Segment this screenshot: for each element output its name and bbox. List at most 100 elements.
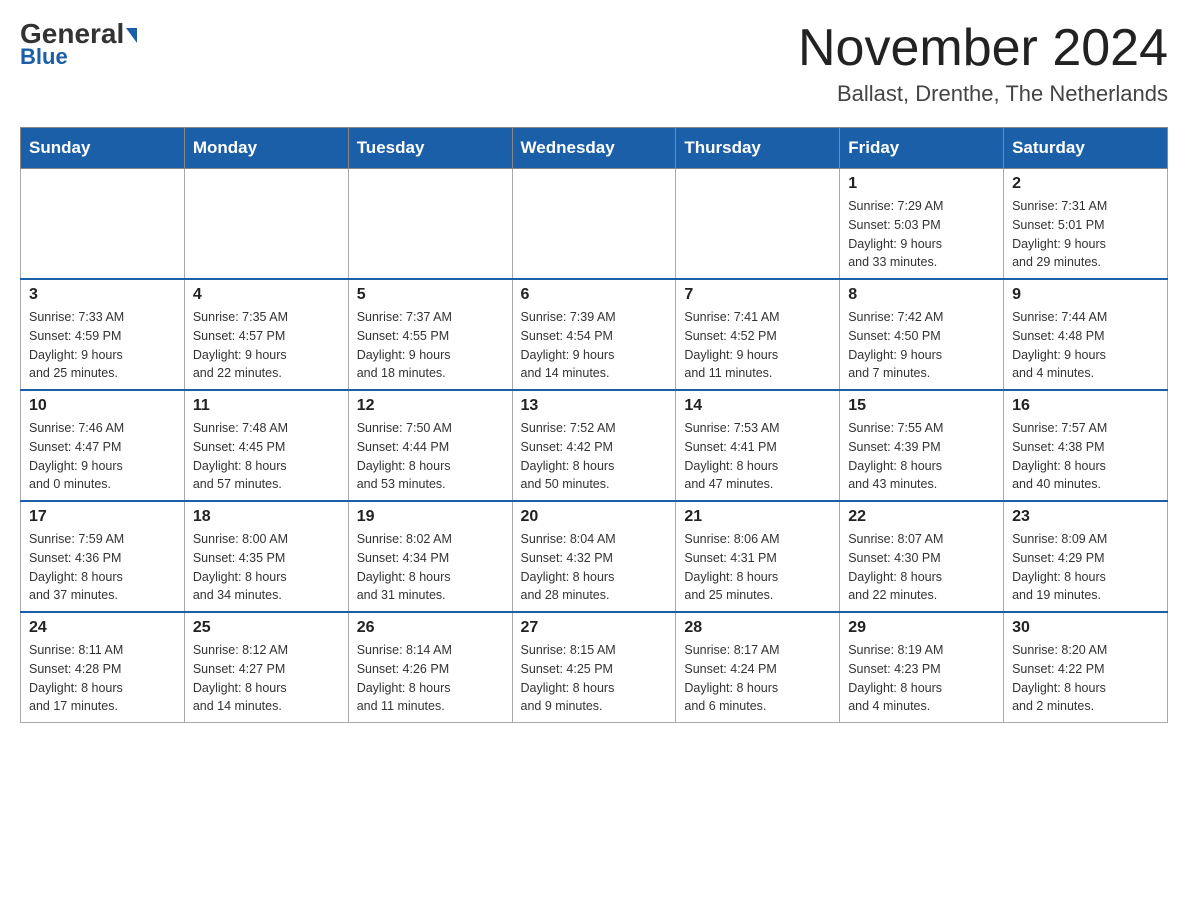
- day-number: 26: [357, 619, 504, 637]
- calendar-cell: 24 Sunrise: 8:11 AM Sunset: 4:28 PM Dayli…: [21, 612, 185, 723]
- day-info: Sunrise: 8:12 AM Sunset: 4:27 PM Dayligh…: [193, 641, 340, 716]
- day-info: Sunrise: 7:33 AM Sunset: 4:59 PM Dayligh…: [29, 308, 176, 383]
- day-number: 3: [29, 286, 176, 304]
- day-number: 6: [521, 286, 668, 304]
- page-header: General Blue November 2024 Ballast, Dren…: [20, 20, 1168, 107]
- day-info: Sunrise: 8:00 AM Sunset: 4:35 PM Dayligh…: [193, 530, 340, 605]
- day-info: Sunrise: 7:48 AM Sunset: 4:45 PM Dayligh…: [193, 419, 340, 494]
- title-block: November 2024 Ballast, Drenthe, The Neth…: [798, 20, 1168, 107]
- day-number: 22: [848, 508, 995, 526]
- calendar-cell: 22 Sunrise: 8:07 AM Sunset: 4:30 PM Dayli…: [840, 501, 1004, 612]
- weekday-header-row: SundayMondayTuesdayWednesdayThursdayFrid…: [21, 128, 1168, 169]
- day-info: Sunrise: 7:41 AM Sunset: 4:52 PM Dayligh…: [684, 308, 831, 383]
- day-info: Sunrise: 7:55 AM Sunset: 4:39 PM Dayligh…: [848, 419, 995, 494]
- day-number: 16: [1012, 397, 1159, 415]
- day-info: Sunrise: 8:11 AM Sunset: 4:28 PM Dayligh…: [29, 641, 176, 716]
- day-info: Sunrise: 7:44 AM Sunset: 4:48 PM Dayligh…: [1012, 308, 1159, 383]
- calendar-cell: 21 Sunrise: 8:06 AM Sunset: 4:31 PM Dayli…: [676, 501, 840, 612]
- calendar-cell: 7Sunrise: 7:41 AM Sunset: 4:52 PM Daylig…: [676, 279, 840, 390]
- calendar-cell: 2 Sunrise: 7:31 AM Sunset: 5:01 PM Daylig…: [1004, 169, 1168, 280]
- calendar-cell: 4 Sunrise: 7:35 AM Sunset: 4:57 PM Daylig…: [184, 279, 348, 390]
- calendar-cell: 16 Sunrise: 7:57 AM Sunset: 4:38 PM Dayli…: [1004, 390, 1168, 501]
- calendar-cell: 29 Sunrise: 8:19 AM Sunset: 4:23 PM Dayli…: [840, 612, 1004, 723]
- logo: General Blue: [20, 20, 137, 70]
- day-number: 8: [848, 286, 995, 304]
- month-title: November 2024: [798, 20, 1168, 77]
- day-number: 20: [521, 508, 668, 526]
- weekday-header-monday: Monday: [184, 128, 348, 169]
- calendar-cell: 27 Sunrise: 8:15 AM Sunset: 4:25 PM Dayli…: [512, 612, 676, 723]
- calendar-cell: 26 Sunrise: 8:14 AM Sunset: 4:26 PM Dayli…: [348, 612, 512, 723]
- weekday-header-saturday: Saturday: [1004, 128, 1168, 169]
- calendar-cell: 10 Sunrise: 7:46 AM Sunset: 4:47 PM Dayli…: [21, 390, 185, 501]
- day-number: 9: [1012, 286, 1159, 304]
- calendar-cell: 28Sunrise: 8:17 AM Sunset: 4:24 PM Dayli…: [676, 612, 840, 723]
- day-info: Sunrise: 8:06 AM Sunset: 4:31 PM Dayligh…: [684, 530, 831, 605]
- calendar-cell: 14 Sunrise: 7:53 AM Sunset: 4:41 PM Dayli…: [676, 390, 840, 501]
- calendar-week-2: 3 Sunrise: 7:33 AM Sunset: 4:59 PM Daylig…: [21, 279, 1168, 390]
- calendar-cell: [21, 169, 185, 280]
- day-number: 2: [1012, 175, 1159, 193]
- day-info: Sunrise: 8:17 AM Sunset: 4:24 PM Dayligh…: [684, 641, 831, 716]
- calendar-cell: 23 Sunrise: 8:09 AM Sunset: 4:29 PM Dayli…: [1004, 501, 1168, 612]
- day-number: 19: [357, 508, 504, 526]
- day-number: 23: [1012, 508, 1159, 526]
- day-info: Sunrise: 7:39 AM Sunset: 4:54 PM Dayligh…: [521, 308, 668, 383]
- weekday-header-sunday: Sunday: [21, 128, 185, 169]
- day-number: 11: [193, 397, 340, 415]
- calendar-cell: [512, 169, 676, 280]
- day-info: Sunrise: 7:53 AM Sunset: 4:41 PM Dayligh…: [684, 419, 831, 494]
- calendar-cell: 8 Sunrise: 7:42 AM Sunset: 4:50 PM Daylig…: [840, 279, 1004, 390]
- calendar-cell: 13Sunrise: 7:52 AM Sunset: 4:42 PM Dayli…: [512, 390, 676, 501]
- day-info: Sunrise: 8:14 AM Sunset: 4:26 PM Dayligh…: [357, 641, 504, 716]
- day-number: 17: [29, 508, 176, 526]
- day-number: 18: [193, 508, 340, 526]
- day-number: 1: [848, 175, 995, 193]
- day-info: Sunrise: 7:59 AM Sunset: 4:36 PM Dayligh…: [29, 530, 176, 605]
- day-info: Sunrise: 7:50 AM Sunset: 4:44 PM Dayligh…: [357, 419, 504, 494]
- day-info: Sunrise: 8:09 AM Sunset: 4:29 PM Dayligh…: [1012, 530, 1159, 605]
- calendar-table: SundayMondayTuesdayWednesdayThursdayFrid…: [20, 127, 1168, 723]
- calendar-cell: 19 Sunrise: 8:02 AM Sunset: 4:34 PM Dayli…: [348, 501, 512, 612]
- calendar-cell: 17 Sunrise: 7:59 AM Sunset: 4:36 PM Dayli…: [21, 501, 185, 612]
- day-info: Sunrise: 7:52 AM Sunset: 4:42 PM Dayligh…: [521, 419, 668, 494]
- day-info: Sunrise: 7:46 AM Sunset: 4:47 PM Dayligh…: [29, 419, 176, 494]
- weekday-header-tuesday: Tuesday: [348, 128, 512, 169]
- calendar-week-5: 24 Sunrise: 8:11 AM Sunset: 4:28 PM Dayli…: [21, 612, 1168, 723]
- calendar-cell: 3 Sunrise: 7:33 AM Sunset: 4:59 PM Daylig…: [21, 279, 185, 390]
- calendar-cell: 6 Sunrise: 7:39 AM Sunset: 4:54 PM Daylig…: [512, 279, 676, 390]
- weekday-header-thursday: Thursday: [676, 128, 840, 169]
- calendar-week-4: 17 Sunrise: 7:59 AM Sunset: 4:36 PM Dayli…: [21, 501, 1168, 612]
- day-info: Sunrise: 8:19 AM Sunset: 4:23 PM Dayligh…: [848, 641, 995, 716]
- calendar-cell: [184, 169, 348, 280]
- day-info: Sunrise: 7:31 AM Sunset: 5:01 PM Dayligh…: [1012, 197, 1159, 272]
- day-number: 21: [684, 508, 831, 526]
- calendar-cell: 12 Sunrise: 7:50 AM Sunset: 4:44 PM Dayli…: [348, 390, 512, 501]
- day-info: Sunrise: 8:02 AM Sunset: 4:34 PM Dayligh…: [357, 530, 504, 605]
- day-info: Sunrise: 8:07 AM Sunset: 4:30 PM Dayligh…: [848, 530, 995, 605]
- day-info: Sunrise: 8:20 AM Sunset: 4:22 PM Dayligh…: [1012, 641, 1159, 716]
- day-info: Sunrise: 8:15 AM Sunset: 4:25 PM Dayligh…: [521, 641, 668, 716]
- calendar-cell: [676, 169, 840, 280]
- day-info: Sunrise: 7:37 AM Sunset: 4:55 PM Dayligh…: [357, 308, 504, 383]
- weekday-header-wednesday: Wednesday: [512, 128, 676, 169]
- day-number: 4: [193, 286, 340, 304]
- day-info: Sunrise: 7:42 AM Sunset: 4:50 PM Dayligh…: [848, 308, 995, 383]
- day-info: Sunrise: 7:57 AM Sunset: 4:38 PM Dayligh…: [1012, 419, 1159, 494]
- calendar-week-3: 10 Sunrise: 7:46 AM Sunset: 4:47 PM Dayli…: [21, 390, 1168, 501]
- calendar-cell: 9 Sunrise: 7:44 AM Sunset: 4:48 PM Daylig…: [1004, 279, 1168, 390]
- logo-sub: Blue: [20, 44, 68, 70]
- calendar-week-1: 1Sunrise: 7:29 AM Sunset: 5:03 PM Daylig…: [21, 169, 1168, 280]
- day-number: 27: [521, 619, 668, 637]
- day-info: Sunrise: 7:35 AM Sunset: 4:57 PM Dayligh…: [193, 308, 340, 383]
- day-number: 15: [848, 397, 995, 415]
- calendar-cell: 5Sunrise: 7:37 AM Sunset: 4:55 PM Daylig…: [348, 279, 512, 390]
- day-number: 10: [29, 397, 176, 415]
- calendar-cell: [348, 169, 512, 280]
- location: Ballast, Drenthe, The Netherlands: [798, 81, 1168, 107]
- day-number: 29: [848, 619, 995, 637]
- day-number: 24: [29, 619, 176, 637]
- calendar-cell: 18 Sunrise: 8:00 AM Sunset: 4:35 PM Dayli…: [184, 501, 348, 612]
- day-number: 12: [357, 397, 504, 415]
- day-number: 14: [684, 397, 831, 415]
